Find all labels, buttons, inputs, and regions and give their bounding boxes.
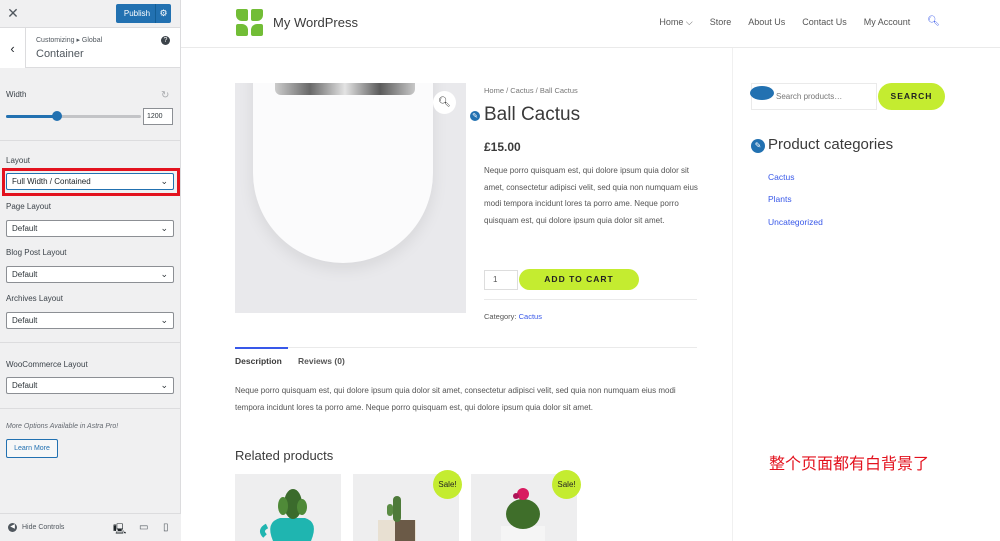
tablet-preview-icon[interactable]: ▭ (139, 522, 148, 533)
search-icon[interactable]: 🔍︎ (927, 16, 940, 28)
tab-active-indicator (235, 347, 288, 349)
edit-shortcut-icon[interactable]: ✎ (751, 139, 765, 153)
add-to-cart-button[interactable]: ADD TO CART (519, 269, 639, 290)
close-icon[interactable]: ✕ (4, 3, 22, 23)
desktop-preview-icon[interactable]: 🖳 (113, 522, 126, 539)
product-category: Category: Cactus (484, 312, 542, 321)
quantity-input[interactable]: 1 (484, 270, 518, 290)
sidebar-divider (732, 48, 733, 541)
product-categories-title: Product categories (768, 136, 894, 153)
customizer-sidebar: ✕ Publish ⚙ ‹ Customizing ▸ Global Conta… (0, 0, 181, 541)
divider (0, 342, 181, 343)
site-title[interactable]: My WordPress (273, 15, 358, 30)
publish-button[interactable]: Publish ⚙ (116, 4, 171, 23)
hide-controls-button[interactable]: ◀ Hide Controls (8, 523, 64, 532)
chevron-down-icon: ⌵ (685, 17, 693, 27)
width-slider-handle[interactable] (52, 111, 62, 121)
menu-item-home[interactable]: Home ⌵ (659, 17, 692, 28)
customizer-topbar: ✕ Publish ⚙ (0, 0, 180, 28)
category-link-cactus[interactable]: Cactus (768, 172, 794, 182)
page-layout-select[interactable]: Default ⌄ (6, 220, 174, 237)
tab-reviews[interactable]: Reviews (0) (298, 356, 345, 366)
product-short-description: Neque porro quisquam est, qui dolore ips… (484, 166, 698, 225)
menu-item-store[interactable]: Store (710, 17, 732, 28)
archives-layout-select[interactable]: Default ⌄ (6, 312, 174, 329)
collapse-icon: ◀ (8, 523, 17, 532)
layout-label: Layout (6, 156, 31, 165)
zoom-icon[interactable]: 🔍︎ (433, 91, 456, 114)
page-layout-value: Default (12, 224, 38, 233)
product-long-description: Neque porro quisquam est, qui dolore ips… (235, 386, 676, 412)
blog-layout-select[interactable]: Default ⌄ (6, 266, 174, 283)
edit-shortcut-icon[interactable] (750, 86, 774, 100)
menu-item-contact[interactable]: Contact Us (802, 17, 847, 28)
category-link-uncategorized[interactable]: Uncategorized (768, 217, 823, 227)
related-product-card[interactable] (235, 474, 341, 541)
customizer-breadcrumb: Customizing ▸ Global (36, 37, 103, 44)
product-title: Ball Cactus (484, 104, 581, 125)
chevron-down-icon: ⌄ (160, 223, 168, 233)
mobile-preview-icon[interactable]: ▯ (163, 522, 169, 533)
search-button[interactable]: SEARCH (878, 83, 945, 110)
related-products-title: Related products (235, 448, 334, 463)
category-link[interactable]: Cactus (519, 312, 542, 321)
width-label: Width (6, 90, 27, 99)
reset-icon[interactable]: ↻ (161, 90, 169, 101)
layout-select[interactable]: Full Width / Contained ⌄ (6, 173, 174, 190)
back-arrow-icon[interactable]: ‹ (0, 28, 26, 68)
page-layout-label: Page Layout (6, 202, 51, 211)
chevron-down-icon: ⌄ (160, 315, 168, 325)
blog-layout-value: Default (12, 270, 38, 279)
woocommerce-layout-select[interactable]: Default ⌄ (6, 377, 174, 394)
site-preview: My WordPress Home ⌵ Store About Us Conta… (181, 0, 1000, 541)
pro-upsell-text: More Options Available in Astra Pro! (6, 423, 119, 430)
product-image[interactable] (235, 83, 466, 313)
tabs-divider (235, 347, 697, 348)
layout-select-value: Full Width / Contained (12, 177, 91, 186)
hide-controls-label: Hide Controls (22, 524, 65, 531)
menu-item-account[interactable]: My Account (864, 17, 911, 28)
edit-shortcut-icon[interactable]: ✎ (469, 110, 481, 122)
section-title: Container (36, 48, 84, 60)
gear-icon[interactable]: ⚙ (155, 4, 171, 23)
sale-badge: Sale! (433, 470, 462, 499)
site-logo[interactable] (236, 9, 264, 37)
width-slider-track[interactable] (6, 115, 141, 118)
section-header: ‹ Customizing ▸ Global Container ? (0, 28, 180, 68)
learn-more-button[interactable]: Learn More (6, 439, 58, 458)
plant-top (275, 83, 415, 95)
category-link-plants[interactable]: Plants (768, 194, 792, 204)
woocommerce-layout-label: WooCommerce Layout (6, 360, 88, 369)
cactus-image (259, 489, 314, 541)
width-input[interactable]: 1200 (143, 108, 173, 125)
customizer-footer: ◀ Hide Controls 🖳 ▭ ▯ (0, 513, 181, 541)
primary-menu: Home ⌵ Store About Us Contact Us My Acco… (659, 16, 940, 28)
archives-layout-label: Archives Layout (6, 294, 63, 303)
divider (0, 408, 181, 409)
publish-label: Publish (123, 9, 151, 18)
tab-description[interactable]: Description (235, 356, 282, 366)
pot-shape (253, 83, 433, 263)
category-label: Category: (484, 312, 517, 321)
chevron-down-icon: ⌄ (160, 380, 168, 390)
sale-badge: Sale! (552, 470, 581, 499)
breadcrumb[interactable]: Home / Cactus / Ball Cactus (484, 86, 578, 95)
woocommerce-layout-value: Default (12, 381, 38, 390)
divider (0, 140, 181, 141)
site-header: My WordPress Home ⌵ Store About Us Conta… (181, 0, 1000, 48)
chevron-down-icon: ⌄ (160, 176, 168, 186)
annotation-note: 整个页面都有白背景了 (769, 454, 930, 473)
help-icon[interactable]: ? (161, 36, 170, 45)
divider (484, 299, 697, 300)
blog-layout-label: Blog Post Layout (6, 248, 67, 257)
chevron-down-icon: ⌄ (160, 269, 168, 279)
menu-item-about[interactable]: About Us (748, 17, 785, 28)
archives-layout-value: Default (12, 316, 38, 325)
product-price: £15.00 (484, 140, 521, 154)
